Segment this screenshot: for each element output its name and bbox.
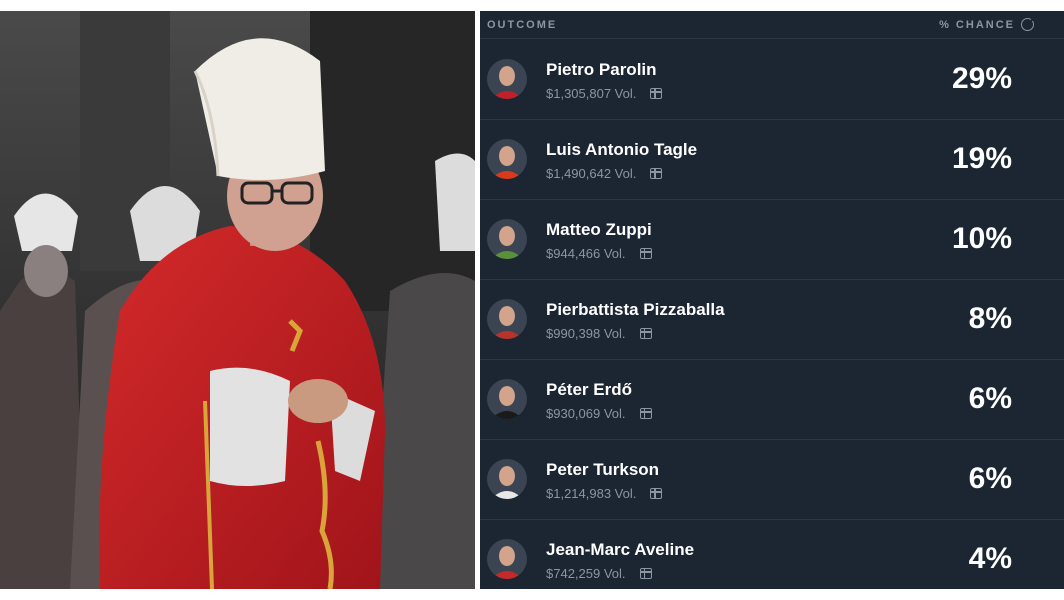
volume-amount: $1,490,642 Vol. xyxy=(546,166,637,181)
volume-amount: $742,259 Vol. xyxy=(546,566,626,581)
chance-percent: 29% xyxy=(951,62,1012,95)
cardinal-photo xyxy=(0,11,475,589)
chance-percent: 10% xyxy=(951,222,1012,255)
gift-icon[interactable] xyxy=(639,248,652,259)
gift-icon[interactable] xyxy=(639,408,652,419)
gift-icon[interactable] xyxy=(639,568,652,579)
volume-amount: $990,398 Vol. xyxy=(546,326,626,341)
candidate-name[interactable]: Pietro Parolin xyxy=(546,60,657,80)
gift-icon[interactable] xyxy=(650,488,663,499)
candidate-avatar xyxy=(487,219,527,259)
candidate-volume: $944,466 Vol. xyxy=(546,246,652,261)
candidate-avatar xyxy=(487,379,527,419)
volume-amount: $944,466 Vol. xyxy=(546,246,626,261)
candidate-avatar xyxy=(487,139,527,179)
volume-amount: $930,069 Vol. xyxy=(546,406,626,421)
market-header: OUTCOME % CHANCE xyxy=(480,11,1064,39)
candidate-volume: $742,259 Vol. xyxy=(546,566,652,581)
candidate-name[interactable]: Jean-Marc Aveline xyxy=(546,540,694,560)
refresh-icon[interactable] xyxy=(1021,17,1035,31)
gift-icon[interactable] xyxy=(650,88,663,99)
prediction-market-panel: OUTCOME % CHANCE Pietro Parolin $1,305,80… xyxy=(480,11,1064,589)
candidate-name[interactable]: Pierbattista Pizzaballa xyxy=(546,300,725,320)
outcome-row[interactable]: Pietro Parolin $1,305,807 Vol. 29% xyxy=(480,40,1064,120)
chance-percent: 6% xyxy=(968,382,1012,415)
candidate-name[interactable]: Matteo Zuppi xyxy=(546,220,652,240)
chance-percent: 8% xyxy=(968,302,1012,335)
candidate-volume: $1,305,807 Vol. xyxy=(546,86,663,101)
candidate-volume: $930,069 Vol. xyxy=(546,406,652,421)
outcome-row[interactable]: Pierbattista Pizzaballa $990,398 Vol. 8% xyxy=(480,280,1064,360)
candidate-name[interactable]: Péter Erdő xyxy=(546,380,632,400)
outcome-row[interactable]: Péter Erdő $930,069 Vol. 6% xyxy=(480,360,1064,440)
cardinal-illustration xyxy=(0,11,475,589)
chance-column-label: % CHANCE xyxy=(939,18,1015,31)
candidate-volume: $1,490,642 Vol. xyxy=(546,166,663,181)
gift-icon[interactable] xyxy=(639,328,652,339)
candidate-avatar xyxy=(487,539,527,579)
candidate-volume: $990,398 Vol. xyxy=(546,326,652,341)
volume-amount: $1,305,807 Vol. xyxy=(546,86,637,101)
outcome-row[interactable]: Peter Turkson $1,214,983 Vol. 6% xyxy=(480,440,1064,520)
volume-amount: $1,214,983 Vol. xyxy=(546,486,637,501)
candidate-avatar xyxy=(487,299,527,339)
outcome-column-label: OUTCOME xyxy=(487,18,558,31)
candidate-name[interactable]: Peter Turkson xyxy=(546,460,659,480)
candidate-volume: $1,214,983 Vol. xyxy=(546,486,663,501)
outcome-row[interactable]: Jean-Marc Aveline $742,259 Vol. 4% xyxy=(480,520,1064,589)
chance-percent: 6% xyxy=(968,462,1012,495)
chance-header: % CHANCE xyxy=(939,17,1035,31)
candidate-avatar xyxy=(487,459,527,499)
candidate-avatar xyxy=(487,59,527,99)
chance-percent: 4% xyxy=(968,542,1012,575)
outcome-row[interactable]: Matteo Zuppi $944,466 Vol. 10% xyxy=(480,200,1064,280)
candidate-name[interactable]: Luis Antonio Tagle xyxy=(546,140,697,160)
gift-icon[interactable] xyxy=(650,168,663,179)
outcome-row[interactable]: Luis Antonio Tagle $1,490,642 Vol. 19% xyxy=(480,120,1064,200)
chance-percent: 19% xyxy=(951,142,1012,175)
